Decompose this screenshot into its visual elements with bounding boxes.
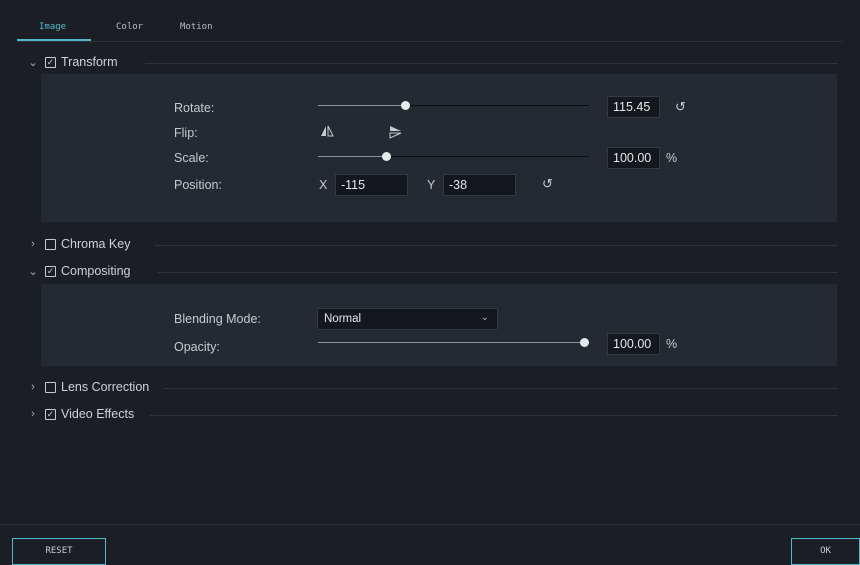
section-header-video-effects[interactable]: › ✓ Video Effects	[0, 404, 860, 426]
section-header-compositing[interactable]: ⌄ ✓ Compositing	[0, 261, 860, 283]
flip-vertical-icon[interactable]	[389, 125, 402, 139]
section-divider	[145, 63, 838, 64]
tab-image[interactable]: Image	[39, 22, 66, 32]
chevron-right-icon[interactable]: ›	[27, 238, 39, 250]
opacity-input[interactable]: 100.00	[607, 333, 660, 355]
section-divider	[154, 245, 838, 246]
checkbox-icon[interactable]	[45, 382, 56, 393]
rotate-label: Rotate:	[174, 101, 215, 115]
opacity-unit: %	[666, 337, 678, 351]
opacity-slider-handle[interactable]	[580, 338, 589, 347]
checkbox-icon[interactable]: ✓	[45, 409, 56, 420]
section-header-chroma-key[interactable]: › Chroma Key	[0, 234, 860, 256]
section-label-chroma-key: Chroma Key	[61, 237, 131, 251]
position-x-label: X	[319, 178, 328, 192]
blending-mode-select[interactable]: Normal ⌄	[317, 308, 498, 330]
section-divider	[150, 415, 838, 416]
section-divider	[164, 388, 838, 389]
tab-motion[interactable]: Motion	[180, 22, 213, 32]
scale-slider[interactable]	[318, 149, 589, 165]
ok-button[interactable]: OK	[791, 538, 860, 565]
section-label-video-effects: Video Effects	[61, 407, 135, 421]
tab-color[interactable]: Color	[116, 22, 143, 32]
section-header-transform[interactable]: ⌄ ✓ Transform	[0, 52, 860, 74]
checkbox-icon[interactable]: ✓	[45, 266, 56, 277]
position-reset-icon[interactable]: ↺	[542, 176, 553, 192]
position-x-input[interactable]: -115	[335, 174, 408, 196]
opacity-label: Opacity:	[174, 340, 220, 354]
position-y-label: Y	[427, 178, 436, 192]
checkbox-icon[interactable]: ✓	[45, 57, 56, 68]
position-y-input[interactable]: -38	[443, 174, 516, 196]
chevron-down-icon[interactable]: ⌄	[27, 56, 39, 69]
opacity-slider[interactable]	[318, 335, 589, 351]
scale-slider-handle[interactable]	[382, 152, 391, 161]
section-label-transform: Transform	[61, 55, 118, 69]
section-label-lens-correction: Lens Correction	[61, 380, 150, 394]
chevron-down-icon: ⌄	[480, 312, 489, 323]
tab-bar: Image Color Motion	[0, 0, 860, 42]
reset-button[interactable]: RESET	[12, 538, 106, 565]
scale-input[interactable]: 100.00	[607, 147, 660, 169]
rotate-slider-handle[interactable]	[401, 101, 410, 110]
chevron-right-icon[interactable]: ›	[27, 408, 39, 420]
scale-label: Scale:	[174, 151, 209, 165]
rotate-input[interactable]: 115.45	[607, 96, 660, 118]
checkbox-icon[interactable]	[45, 239, 56, 250]
tab-divider	[17, 41, 842, 42]
transform-panel	[41, 74, 837, 222]
chevron-down-icon[interactable]: ⌄	[27, 265, 39, 278]
blending-mode-label: Blending Mode:	[174, 312, 261, 326]
section-divider	[158, 272, 838, 273]
flip-label: Flip:	[174, 126, 198, 140]
section-header-lens-correction[interactable]: › Lens Correction	[0, 377, 860, 399]
blending-mode-value: Normal	[324, 313, 362, 325]
rotate-slider[interactable]	[318, 98, 589, 114]
section-label-compositing: Compositing	[61, 264, 131, 278]
chevron-right-icon[interactable]: ›	[27, 381, 39, 393]
scale-unit: %	[666, 151, 678, 165]
flip-horizontal-icon[interactable]	[320, 125, 334, 138]
footer-divider	[0, 524, 860, 525]
position-label: Position:	[174, 178, 222, 192]
reset-icon[interactable]: ↺	[675, 99, 686, 115]
